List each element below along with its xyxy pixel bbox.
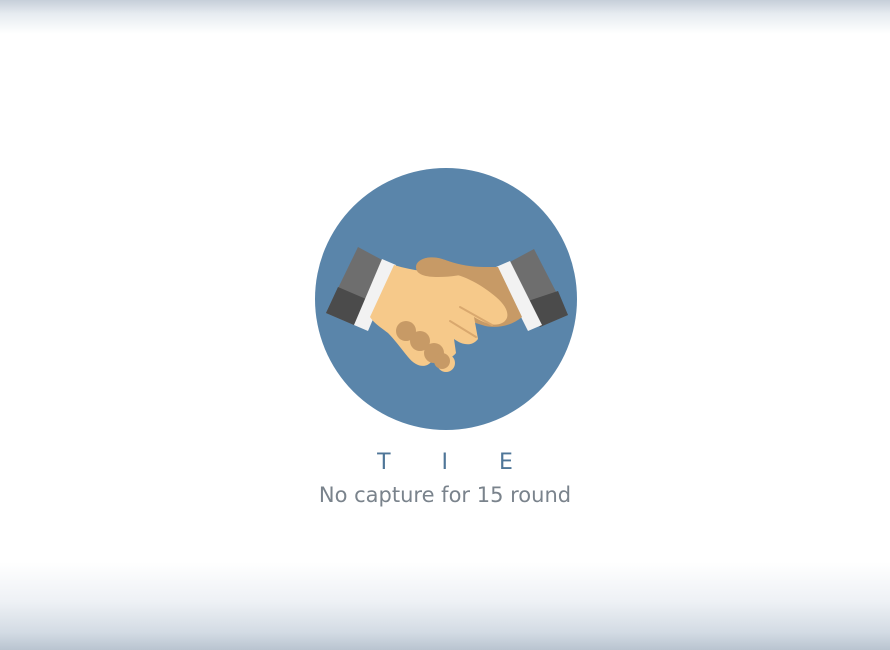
handshake-icon bbox=[315, 168, 577, 430]
result-subtitle: No capture for 15 round bbox=[318, 483, 572, 507]
game-result-panel: T I E No capture for 15 round bbox=[0, 0, 890, 650]
knuckle-5 bbox=[434, 353, 450, 369]
handshake-emblem bbox=[314, 167, 578, 431]
result-title: T I E bbox=[377, 450, 535, 475]
